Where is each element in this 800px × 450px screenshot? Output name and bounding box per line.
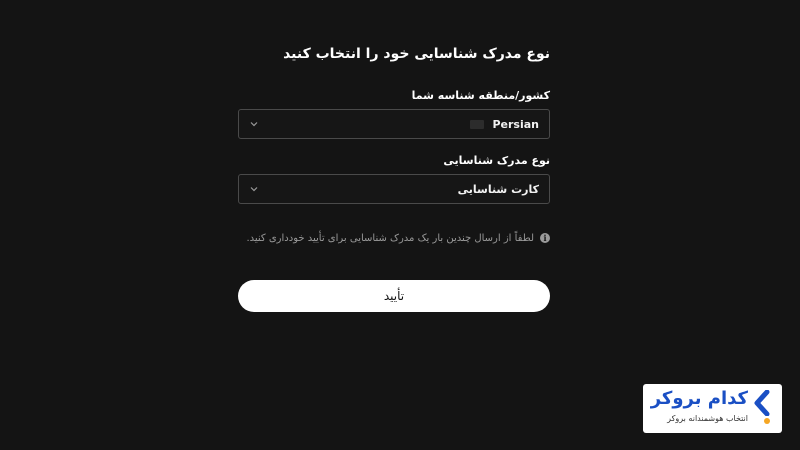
brand-tagline: انتخاب هوشمندانه بروکر — [667, 414, 748, 423]
document-type-select[interactable]: کارت شناسایی — [238, 174, 550, 204]
flag-icon — [470, 119, 485, 129]
brand-logo-icon — [754, 390, 770, 416]
country-select-value: Persian — [470, 118, 539, 131]
brand-watermark: کدام بروکر انتخاب هوشمندانه بروکر — [643, 384, 782, 433]
document-type-select-value: کارت شناسایی — [458, 183, 539, 196]
chevron-down-icon — [250, 122, 258, 127]
id-verification-form: نوع مدرک شناسایی خود را انتخاب کنید کشور… — [238, 40, 550, 312]
notice: i لطفاً از ارسال چندین بار یک مدرک شناسا… — [238, 230, 550, 246]
document-type-value: کارت شناسایی — [457, 182, 539, 196]
confirm-button[interactable]: تأیید — [238, 280, 550, 312]
brand-dot — [764, 418, 770, 424]
document-type-label: نوع مدرک شناسایی — [443, 154, 550, 167]
notice-text: لطفاً از ارسال چندین بار یک مدرک شناسایی… — [246, 232, 534, 244]
country-value: Persian — [492, 117, 539, 131]
page-title: نوع مدرک شناسایی خود را انتخاب کنید — [283, 46, 550, 62]
chevron-down-icon — [250, 187, 258, 192]
info-icon: i — [540, 233, 550, 243]
brand-name: کدام بروکر — [650, 388, 748, 409]
country-label: کشور/منطقه شناسه شما — [411, 89, 550, 102]
country-select[interactable]: Persian — [238, 109, 550, 139]
